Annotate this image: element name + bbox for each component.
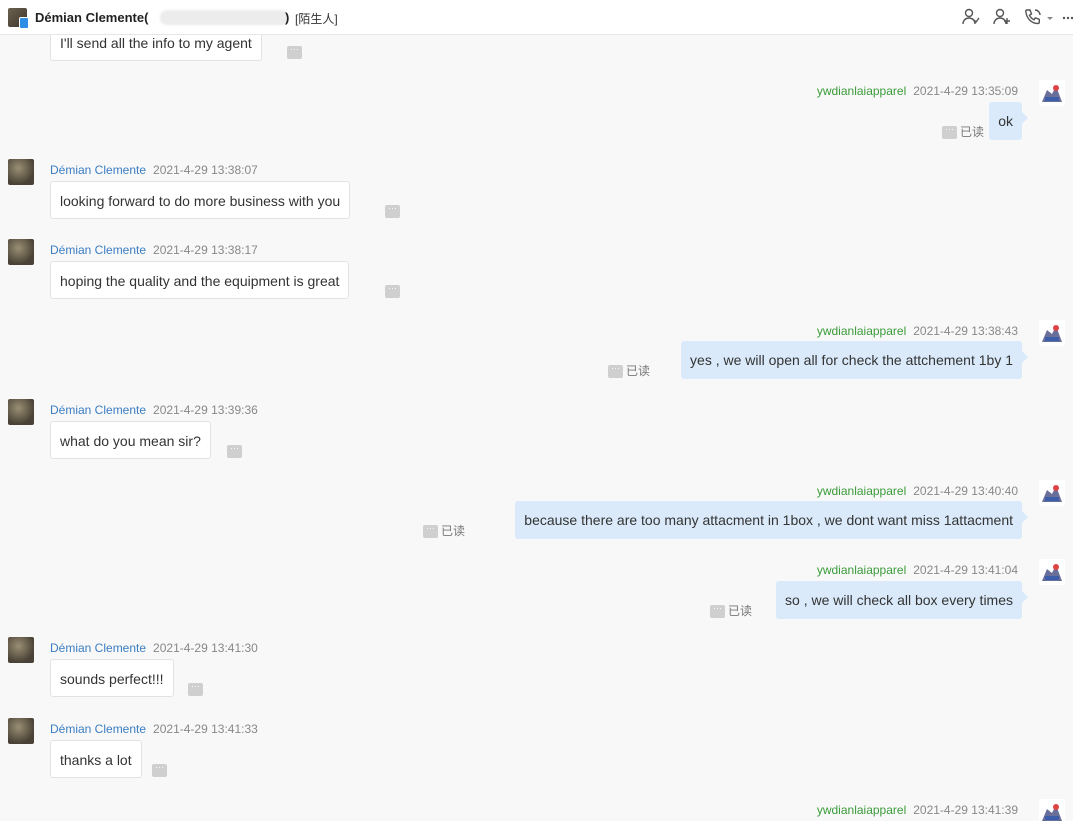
more-icon[interactable]: ···: [227, 444, 242, 458]
more-icon[interactable]: ···: [188, 682, 203, 696]
message-meta: ywdianlaiapparel 2021-4-29 13:41:04: [816, 563, 1018, 577]
read-receipt: ··· 已读: [607, 362, 650, 379]
message-bubble[interactable]: what do you mean sir?: [50, 421, 211, 459]
more-icon[interactable]: ···: [287, 45, 302, 59]
message-bubble[interactable]: hoping the quality and the equipment is …: [50, 261, 350, 299]
avatar[interactable]: [8, 637, 34, 663]
avatar[interactable]: [8, 718, 34, 744]
stranger-tag: [陌生人]: [295, 12, 338, 26]
message-meta: ywdianlaiapparel 2021-4-29 13:38:43: [816, 324, 1018, 338]
mobile-device-icon: [19, 17, 29, 29]
message-meta: Démian Clemente 2021-4-29 13:38:17: [50, 243, 258, 257]
message-bubble[interactable]: so , we will check all box every times: [776, 581, 1028, 619]
message-meta: Démian Clemente 2021-4-29 13:41:33: [50, 722, 258, 736]
contact-profile-icon[interactable]: [961, 7, 981, 27]
more-icon[interactable]: ···: [152, 763, 167, 777]
read-receipt: ··· 已读: [941, 123, 984, 140]
call-icon[interactable]: [1023, 7, 1043, 27]
read-receipt: ··· 已读: [709, 602, 752, 619]
avatar[interactable]: [1039, 80, 1065, 106]
message-bubble[interactable]: because there are too many attacment in …: [515, 501, 1028, 539]
more-icon[interactable]: ···: [709, 604, 725, 619]
more-icon[interactable]: ···: [385, 284, 400, 298]
message-bubble[interactable]: sounds perfect!!!: [50, 659, 174, 697]
avatar[interactable]: [8, 399, 34, 425]
message-meta: Démian Clemente 2021-4-29 13:41:30: [50, 641, 258, 655]
call-dropdown-icon[interactable]: [1045, 7, 1055, 27]
more-icon[interactable]: ···: [941, 125, 957, 140]
more-icon[interactable]: ···: [422, 524, 438, 539]
contact-name: Démian Clemente(: [35, 10, 149, 25]
message-bubble[interactable]: looking forward to do more business with…: [50, 181, 351, 219]
add-contact-icon[interactable]: [992, 7, 1012, 27]
message-meta: Démian Clemente 2021-4-29 13:38:07: [50, 163, 258, 177]
message-meta: ywdianlaiapparel 2021-4-29 13:35:09: [816, 84, 1018, 98]
message-bubble[interactable]: thanks a lot: [50, 740, 142, 778]
contact-avatar[interactable]: [8, 8, 29, 29]
avatar[interactable]: [1039, 480, 1065, 506]
avatar[interactable]: [1039, 559, 1065, 585]
avatar[interactable]: [8, 159, 34, 185]
message-meta: ywdianlaiapparel 2021-4-29 13:40:40: [816, 484, 1018, 498]
message-bubble[interactable]: yes , we will open all for check the att…: [681, 341, 1028, 379]
avatar[interactable]: [1039, 320, 1065, 346]
message-bubble[interactable]: ok: [989, 102, 1028, 140]
message-meta: ywdianlaiapparel 2021-4-29 13:41:39: [816, 803, 1018, 817]
message-bubble[interactable]: I'll send all the info to my agent: [50, 35, 262, 61]
more-options-icon[interactable]: [1062, 7, 1073, 27]
redacted-contact-id: [160, 10, 288, 25]
avatar[interactable]: [8, 239, 34, 265]
avatar[interactable]: [1039, 799, 1065, 821]
more-icon[interactable]: ···: [385, 204, 400, 218]
read-receipt: ··· 已读: [422, 522, 465, 539]
message-meta: Démian Clemente 2021-4-29 13:39:36: [50, 403, 258, 417]
contact-name-close: ): [285, 10, 290, 25]
chat-header: Démian Clemente( ) [陌生人]: [0, 0, 1073, 35]
message-list[interactable]: I'll send all the info to my agent ··· y…: [0, 35, 1073, 821]
more-icon[interactable]: ···: [607, 364, 623, 379]
